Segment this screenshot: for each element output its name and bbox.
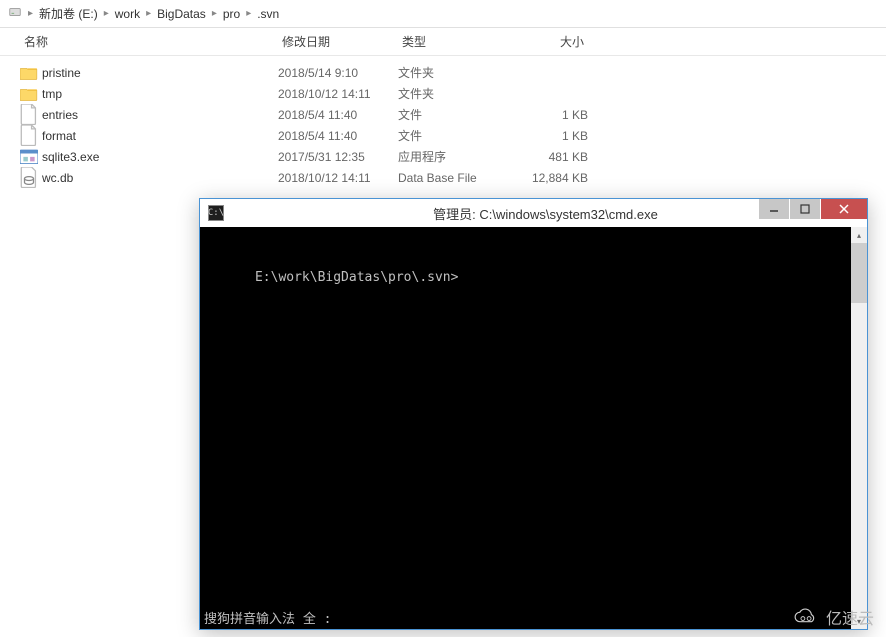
cloud-icon (792, 607, 820, 627)
file-date: 2018/5/14 9:10 (278, 66, 398, 80)
watermark-text: 亿速云 (826, 605, 874, 629)
file-row[interactable]: wc.db2018/10/12 14:11Data Base File12,88… (20, 167, 886, 188)
minimize-button[interactable] (759, 199, 789, 219)
breadcrumb-sep: ▸ (28, 8, 33, 19)
close-button[interactable] (821, 199, 867, 219)
breadcrumb-part-3[interactable]: .svn (257, 7, 279, 21)
file-type: 文件 (398, 127, 518, 144)
breadcrumb-part-1[interactable]: BigDatas (157, 7, 206, 21)
file-row[interactable]: format2018/5/4 11:40文件1 KB (20, 125, 886, 146)
file-name: pristine (42, 66, 278, 80)
breadcrumb-drive[interactable]: 新加卷 (E:) (39, 5, 98, 22)
col-header-date[interactable]: 修改日期 (278, 33, 398, 50)
file-size: 481 KB (518, 150, 588, 164)
file-row[interactable]: tmp2018/10/12 14:11文件夹 (20, 83, 886, 104)
col-header-size[interactable]: 大小 (518, 33, 588, 50)
folder-icon (20, 65, 38, 81)
file-type: 文件 (398, 106, 518, 123)
file-name: wc.db (42, 171, 278, 185)
scroll-up-button[interactable]: ▴ (851, 227, 867, 243)
file-name: entries (42, 108, 278, 122)
maximize-button[interactable] (790, 199, 820, 219)
cmd-scrollbar[interactable]: ▴ ▾ (851, 227, 867, 629)
file-type: 应用程序 (398, 148, 518, 165)
cmd-terminal[interactable]: E:\work\BigDatas\pro\.svn> 搜狗拼音输入法 全 : (200, 227, 851, 629)
scroll-thumb[interactable] (851, 243, 867, 303)
file-date: 2018/5/4 11:40 (278, 108, 398, 122)
breadcrumb-sep: ▸ (146, 8, 151, 19)
file-size: 12,884 KB (518, 171, 588, 185)
breadcrumb-sep: ▸ (246, 8, 251, 19)
ime-status: 搜狗拼音输入法 全 : (204, 608, 331, 627)
cmd-body: E:\work\BigDatas\pro\.svn> 搜狗拼音输入法 全 : ▴… (200, 227, 867, 629)
file-icon (20, 128, 38, 144)
file-list: pristine2018/5/14 9:10文件夹tmp2018/10/12 1… (0, 56, 886, 188)
file-size: 1 KB (518, 129, 588, 143)
file-date: 2018/10/12 14:11 (278, 87, 398, 101)
file-name: format (42, 129, 278, 143)
breadcrumb-sep: ▸ (212, 8, 217, 19)
cmd-window[interactable]: C:\ 管理员: C:\windows\system32\cmd.exe E:\… (199, 198, 868, 630)
col-header-type[interactable]: 类型 (398, 33, 518, 50)
cmd-icon: C:\ (208, 205, 224, 221)
cmd-prompt: E:\work\BigDatas\pro\.svn> (255, 270, 459, 285)
file-row[interactable]: entries2018/5/4 11:40文件1 KB (20, 104, 886, 125)
breadcrumb-part-0[interactable]: work (115, 7, 140, 21)
file-type: 文件夹 (398, 64, 518, 81)
breadcrumb-sep: ▸ (104, 8, 109, 19)
file-name: sqlite3.exe (42, 150, 278, 164)
file-icon (20, 107, 38, 123)
file-date: 2017/5/31 12:35 (278, 150, 398, 164)
columns-header: 名称 修改日期 类型 大小 (0, 28, 886, 56)
exe-icon (20, 149, 38, 165)
file-date: 2018/5/4 11:40 (278, 129, 398, 143)
breadcrumb-part-2[interactable]: pro (223, 7, 240, 21)
file-type: Data Base File (398, 171, 518, 185)
cmd-window-controls (758, 199, 867, 219)
file-row[interactable]: pristine2018/5/14 9:10文件夹 (20, 62, 886, 83)
file-date: 2018/10/12 14:11 (278, 171, 398, 185)
file-size: 1 KB (518, 108, 588, 122)
watermark: 亿速云 (792, 605, 874, 629)
breadcrumb: ▸ 新加卷 (E:) ▸ work ▸ BigDatas ▸ pro ▸ .sv… (0, 0, 886, 28)
file-type: 文件夹 (398, 85, 518, 102)
db-icon (20, 170, 38, 186)
cmd-titlebar[interactable]: C:\ 管理员: C:\windows\system32\cmd.exe (200, 199, 867, 227)
breadcrumb-drive-icon[interactable] (8, 5, 22, 22)
file-row[interactable]: sqlite3.exe2017/5/31 12:35应用程序481 KB (20, 146, 886, 167)
col-header-name[interactable]: 名称 (20, 33, 278, 50)
folder-icon (20, 86, 38, 102)
file-name: tmp (42, 87, 278, 101)
